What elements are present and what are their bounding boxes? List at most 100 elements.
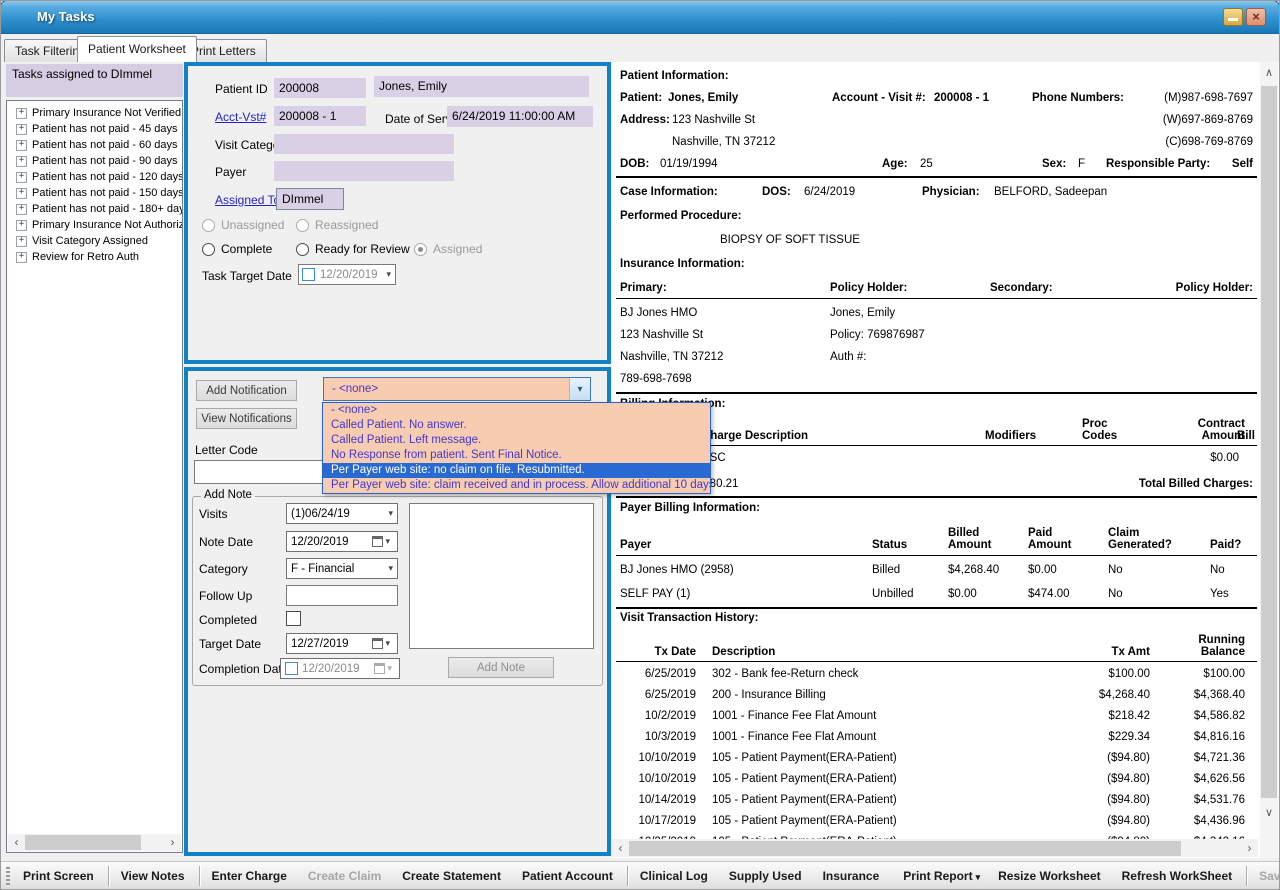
toolbar-item[interactable]: Enter Charge — [203, 869, 299, 883]
assigned-to-link[interactable]: Assigned To — [215, 193, 280, 207]
scroll-right-icon[interactable]: › — [164, 834, 181, 851]
tx-amt-cell: $218.42 — [1108, 706, 1150, 727]
toolbar-item-label: Print Screen — [23, 869, 94, 883]
assigned-to-field[interactable]: DImmel — [276, 188, 344, 210]
category-value: F - Financial — [291, 563, 354, 575]
scroll-right-icon[interactable]: › — [1241, 840, 1258, 857]
tree-item[interactable]: + Primary Insurance Not Authorized — [7, 217, 182, 233]
tree-item[interactable]: + Patient has not paid - 120 days — [7, 169, 182, 185]
dropdown-option[interactable]: No Response from patient. Sent Final Not… — [323, 448, 710, 463]
tab-strip: Task Filtering Patient Worksheet Print L… — [0, 36, 1280, 62]
minimize-icon — [1228, 18, 1238, 21]
tree-item[interactable]: + Patient has not paid - 90 days — [7, 153, 182, 169]
expand-plus-icon[interactable]: + — [16, 140, 27, 151]
expand-plus-icon[interactable]: + — [16, 204, 27, 215]
scroll-thumb[interactable] — [629, 841, 1181, 856]
tab-patient-worksheet[interactable]: Patient Worksheet — [77, 36, 197, 62]
radio-ready-for-review[interactable] — [296, 243, 309, 256]
dropdown-option[interactable]: Called Patient. No answer. — [323, 418, 710, 433]
expand-plus-icon[interactable]: + — [16, 236, 27, 247]
calendar-icon[interactable] — [372, 638, 383, 649]
description-cell: 105 - Patient Payment(ERA-Patient) — [712, 769, 897, 790]
tree-item[interactable]: + Review for Retro Auth — [7, 249, 182, 265]
dropdown-option[interactable]: Per Payer web site: no claim on file. Re… — [323, 463, 710, 478]
view-notifications-button[interactable]: View Notifications — [196, 408, 297, 429]
chevron-down-icon[interactable]: ▾ — [385, 638, 394, 649]
tree-item[interactable]: + Visit Category Assigned — [7, 233, 182, 249]
expand-plus-icon[interactable]: + — [16, 252, 27, 263]
dropdown-option[interactable]: - <none> — [323, 403, 710, 418]
toolbar-item[interactable]: Save — [1250, 869, 1280, 883]
tx-amt-cell: $229.34 — [1108, 727, 1150, 748]
chevron-down-icon[interactable]: ▾ — [388, 563, 397, 574]
tree-item-label: Patient has not paid - 120 days — [32, 169, 183, 185]
task-target-date-checkbox[interactable] — [302, 268, 315, 281]
follow-up-input[interactable] — [286, 585, 398, 606]
sex-label: Sex: — [1042, 158, 1066, 170]
toolbar-item[interactable] — [108, 866, 110, 886]
dropdown-option[interactable]: Called Patient. Left message. — [323, 433, 710, 448]
dropdown-option[interactable]: Per Payer web site: claim received and i… — [323, 478, 710, 493]
toolbar-item[interactable]: Supply Used — [720, 869, 814, 883]
expand-plus-icon[interactable]: + — [16, 172, 27, 183]
expand-plus-icon[interactable]: + — [16, 108, 27, 119]
vertical-scrollbar[interactable]: ∧ ∨ — [1260, 62, 1278, 858]
toolbar-item[interactable]: Create Statement — [393, 869, 513, 883]
tree-item[interactable]: + Primary Insurance Not Verified — [7, 105, 182, 121]
acct-vst-link[interactable]: Acct-Vst# — [215, 110, 266, 124]
toolbar-item[interactable]: Insurance — [814, 869, 892, 883]
toolbar-item[interactable]: Resize Worksheet — [989, 869, 1113, 883]
scroll-thumb[interactable] — [1261, 86, 1277, 798]
close-button[interactable]: × — [1246, 8, 1266, 26]
toolbar-grip[interactable] — [6, 867, 10, 885]
tree-horizontal-scrollbar[interactable]: ‹ › — [8, 834, 181, 851]
payer-billing-row: SELF PAY (1) Unbilled $0.00 $474.00 No Y… — [620, 582, 1260, 606]
completed-checkbox[interactable] — [286, 611, 301, 626]
add-notification-button[interactable]: Add Notification — [196, 380, 297, 401]
chevron-down-icon[interactable]: ▾ — [385, 536, 394, 547]
visits-combobox[interactable]: (1)06/24/19 ▾ — [286, 503, 398, 524]
divider — [616, 298, 1257, 299]
note-date-picker[interactable]: 12/20/2019 ▾ — [286, 531, 398, 552]
expand-plus-icon[interactable]: + — [16, 188, 27, 199]
category-combobox[interactable]: F - Financial ▾ — [286, 558, 398, 579]
tree-item[interactable]: + Patient has not paid - 150 days — [7, 185, 182, 201]
scroll-left-icon[interactable]: ‹ — [8, 834, 25, 851]
tree-item[interactable]: + Patient has not paid - 60 days — [7, 137, 182, 153]
scroll-thumb[interactable] — [25, 835, 141, 850]
minimize-button[interactable] — [1223, 8, 1243, 26]
task-target-date-control[interactable]: 12/20/2019 ▾ — [298, 264, 396, 285]
total-billed-charges-label: Total Billed Charges: — [1139, 478, 1253, 490]
horizontal-scrollbar[interactable]: ‹ › — [612, 839, 1258, 857]
dos-label: DOS: — [762, 186, 791, 198]
toolbar-item[interactable] — [1246, 866, 1248, 886]
completion-date-picker[interactable]: 12/20/2019 ▾ — [280, 658, 400, 679]
expand-plus-icon[interactable]: + — [16, 124, 27, 135]
toolbar-item[interactable]: Create Claim — [299, 869, 393, 883]
completion-date-checkbox[interactable] — [285, 662, 298, 675]
combo-dropdown-icon[interactable]: ▾ — [569, 378, 590, 400]
calendar-icon[interactable] — [372, 536, 383, 547]
tree-item[interactable]: + Patient has not paid - 180+ days — [7, 201, 182, 217]
scroll-up-icon[interactable]: ∧ — [1260, 66, 1278, 79]
note-text-area[interactable] — [409, 503, 594, 649]
toolbar-item[interactable] — [199, 866, 201, 886]
notification-combobox[interactable]: - <none> ▾ — [323, 377, 591, 401]
chevron-down-icon[interactable]: ▾ — [388, 508, 397, 519]
toolbar-item[interactable]: Refresh WorkSheet — [1113, 869, 1244, 883]
toolbar-item[interactable]: Patient Account — [513, 869, 625, 883]
scroll-down-icon[interactable]: ∨ — [1260, 806, 1278, 819]
toolbar-item[interactable] — [627, 866, 629, 886]
paid-amount-header: Paid Amount — [1028, 527, 1071, 551]
tree-item[interactable]: + Patient has not paid - 45 days — [7, 121, 182, 137]
expand-plus-icon[interactable]: + — [16, 220, 27, 231]
expand-plus-icon[interactable]: + — [16, 156, 27, 167]
chevron-down-icon[interactable]: ▾ — [382, 269, 395, 280]
scroll-left-icon[interactable]: ‹ — [612, 840, 629, 857]
toolbar-item[interactable]: Clinical Log — [631, 869, 720, 883]
toolbar-item[interactable]: View Notes — [112, 869, 197, 883]
target-date-picker[interactable]: 12/27/2019 ▾ — [286, 633, 398, 654]
radio-complete[interactable] — [202, 243, 215, 256]
toolbar-item[interactable]: Print Screen — [14, 869, 106, 883]
toolbar-item[interactable]: Print Report▾ — [894, 869, 989, 883]
